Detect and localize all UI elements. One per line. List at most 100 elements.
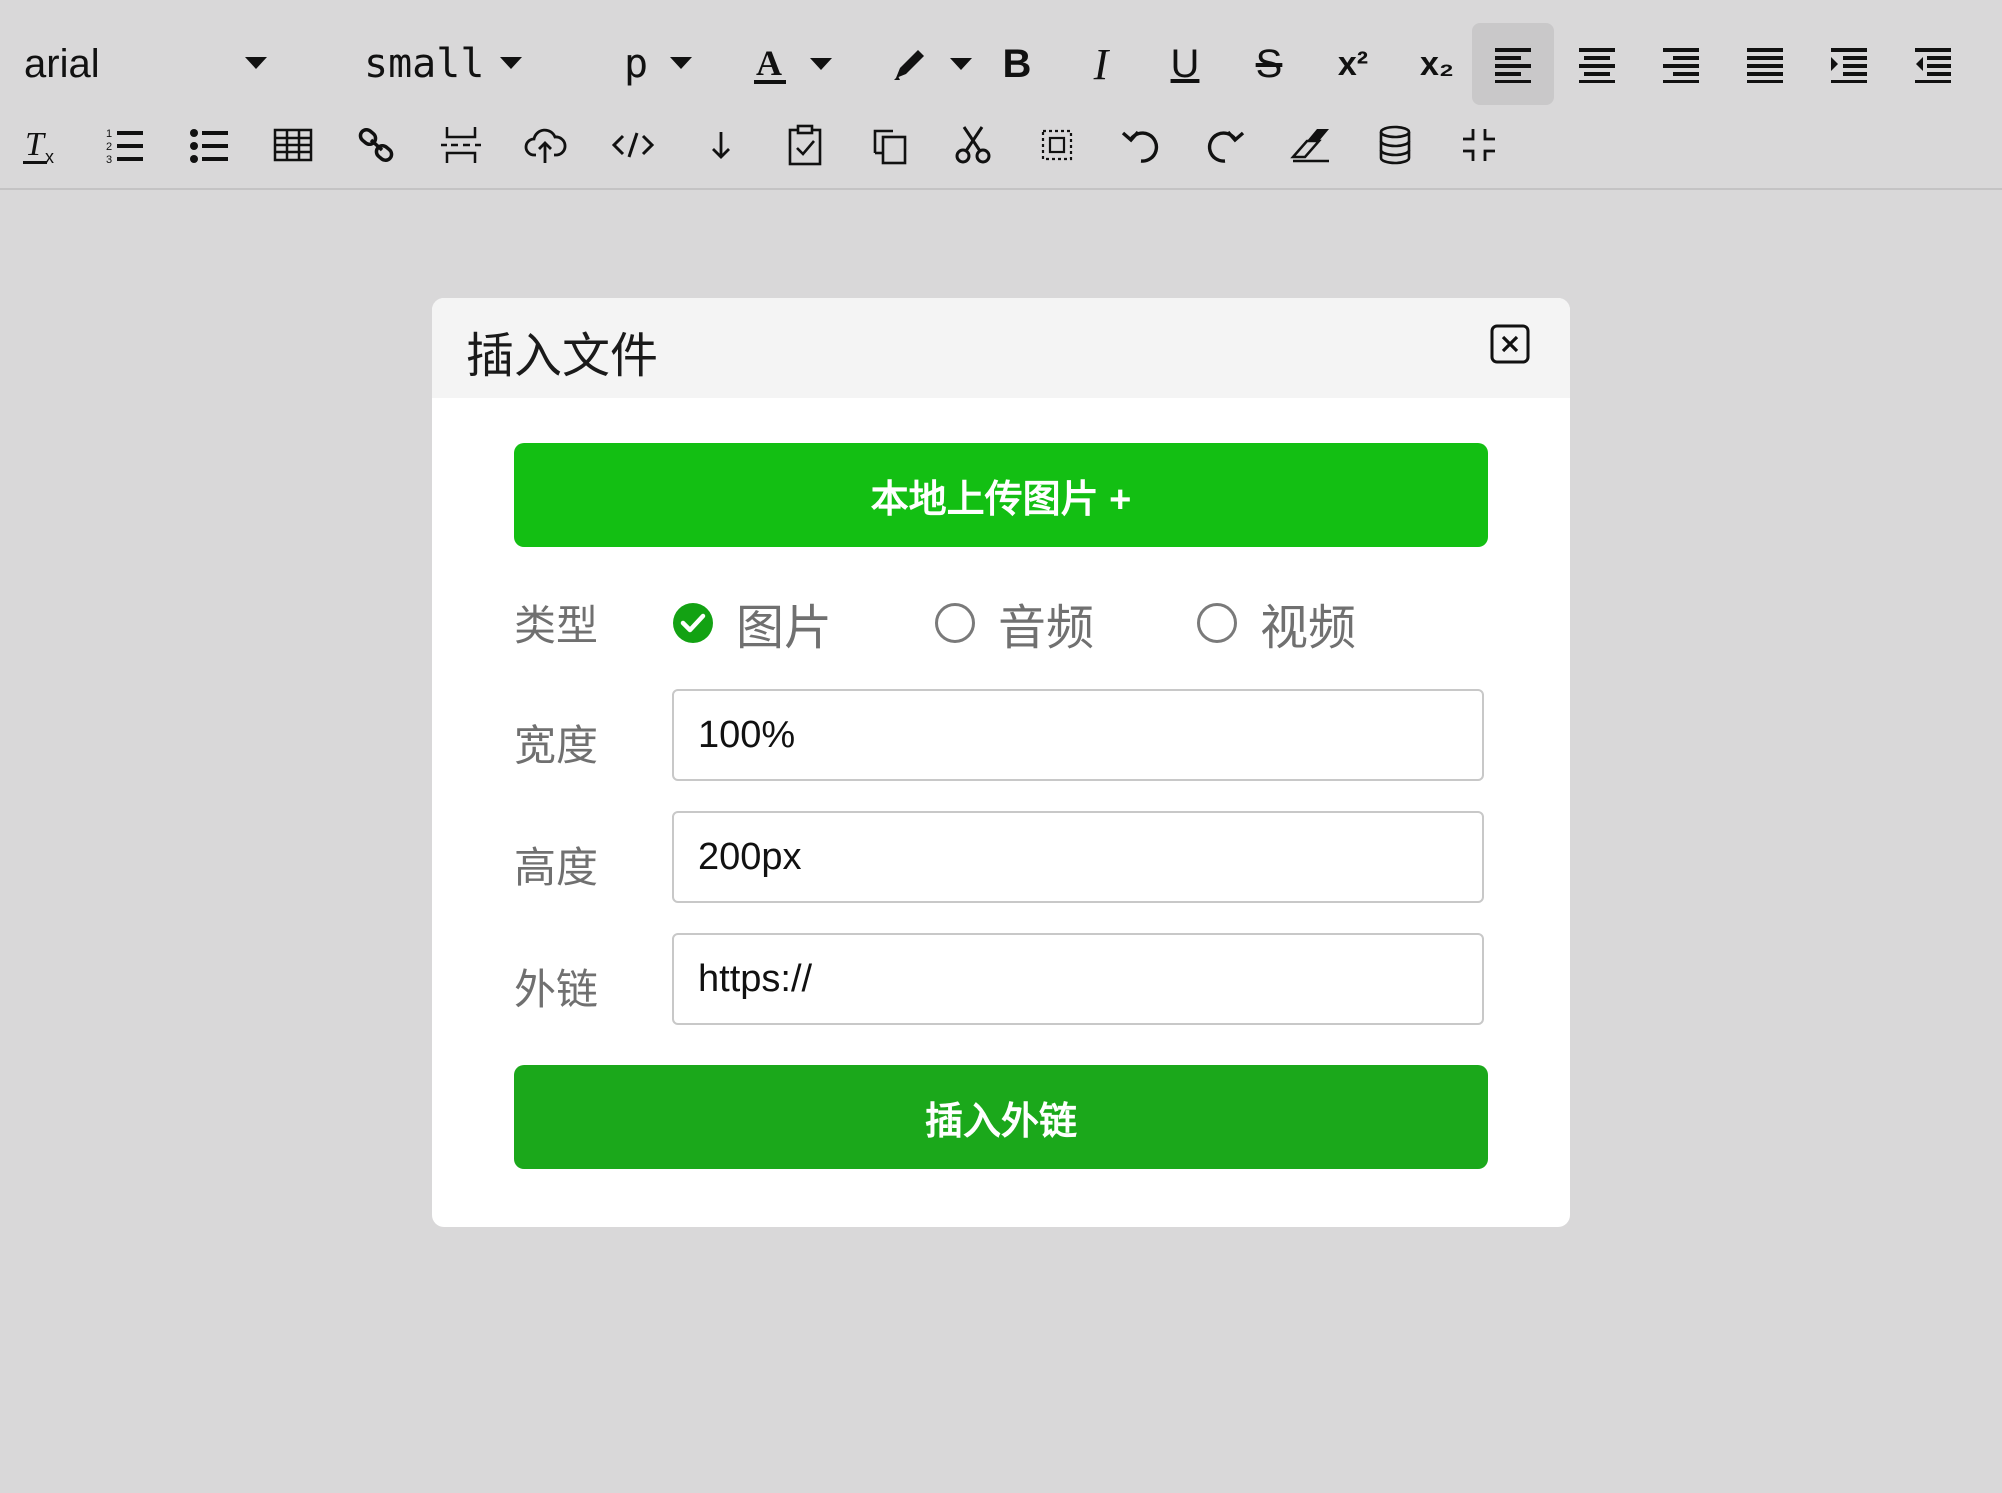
select-all-button[interactable] <box>1016 104 1098 186</box>
svg-text:3: 3 <box>106 154 112 166</box>
indent-icon <box>1831 48 1867 83</box>
link-label: 外链 <box>514 966 599 1013</box>
code-button[interactable] <box>592 104 674 186</box>
link-icon <box>358 127 394 163</box>
database-icon <box>1379 125 1411 165</box>
svg-text:1: 1 <box>106 128 112 140</box>
align-center-icon <box>1579 48 1615 83</box>
outdent-icon <box>1915 48 1951 83</box>
font-family-value: arial <box>24 41 100 86</box>
width-input[interactable] <box>672 689 1484 781</box>
subscript-button[interactable]: x₂ <box>1396 23 1478 105</box>
paste-icon <box>788 124 822 166</box>
svg-text:x: x <box>45 147 54 167</box>
redo-button[interactable] <box>1184 104 1266 186</box>
subscript-icon: x₂ <box>1419 44 1455 83</box>
radio-image-label: 图片 <box>736 602 833 655</box>
radio-image[interactable]: 图片 <box>672 588 832 658</box>
undo-icon <box>1121 130 1159 163</box>
page-break-icon <box>441 127 481 163</box>
bold-button[interactable]: B <box>976 23 1058 105</box>
superscript-button[interactable]: x² <box>1312 23 1394 105</box>
block-format-select[interactable]: p <box>624 23 704 105</box>
link-input[interactable] <box>672 933 1484 1025</box>
table-icon <box>273 128 313 162</box>
select-all-icon <box>1041 129 1073 161</box>
cut-button[interactable] <box>932 104 1014 186</box>
font-size-select[interactable]: small <box>364 23 534 105</box>
align-right-button[interactable] <box>1640 23 1722 105</box>
dialog-title: 插入文件 <box>466 330 659 383</box>
strikethrough-icon: S <box>1255 41 1283 86</box>
font-size-value: small <box>364 41 485 87</box>
italic-button[interactable]: I <box>1060 23 1142 105</box>
height-label: 高度 <box>514 844 599 891</box>
local-upload-button[interactable]: 本地上传图片 + <box>514 443 1488 547</box>
page-break-button[interactable] <box>420 104 502 186</box>
redo-icon <box>1207 130 1245 163</box>
highlight-icon <box>894 50 924 80</box>
svg-text:A: A <box>756 43 782 83</box>
radio-unchecked-icon <box>935 603 975 643</box>
align-right-icon <box>1663 48 1699 83</box>
chevron-down-icon <box>670 57 692 69</box>
copy-button[interactable] <box>848 104 930 186</box>
link-button[interactable] <box>336 104 418 186</box>
table-button[interactable] <box>252 104 334 186</box>
align-left-button[interactable] <box>1472 23 1554 105</box>
strikethrough-button[interactable]: S <box>1228 23 1310 105</box>
align-justify-button[interactable] <box>1724 23 1806 105</box>
eraser-icon <box>1290 129 1329 163</box>
indent-button[interactable] <box>1808 23 1890 105</box>
arrow-down-button[interactable] <box>680 104 762 186</box>
database-button[interactable] <box>1354 104 1436 186</box>
font-color-button[interactable]: A <box>730 23 840 105</box>
align-justify-icon <box>1747 48 1783 83</box>
svg-text:2: 2 <box>106 141 112 153</box>
ordered-list-icon: 1 2 3 <box>106 128 143 166</box>
radio-video-label: 视频 <box>1260 602 1357 655</box>
svg-text:T: T <box>25 126 46 163</box>
font-family-select[interactable]: arial <box>24 23 274 105</box>
radio-audio[interactable]: 音频 <box>934 588 1094 658</box>
radio-video[interactable]: 视频 <box>1196 588 1356 658</box>
chevron-down-icon <box>245 57 267 69</box>
insert-link-button[interactable]: 插入外链 <box>514 1065 1488 1169</box>
collapse-icon <box>1463 129 1495 161</box>
superscript-icon: x² <box>1337 44 1369 83</box>
close-icon[interactable] <box>1490 324 1530 364</box>
toolbar-row-2: T x 1 2 3 <box>0 104 2002 186</box>
clear-format-icon: T x <box>23 126 54 167</box>
ordered-list-button[interactable]: 1 2 3 <box>84 104 166 186</box>
undo-button[interactable] <box>1100 104 1182 186</box>
eraser-button[interactable] <box>1270 104 1352 186</box>
arrow-down-icon <box>712 132 730 159</box>
unordered-list-button[interactable] <box>168 104 250 186</box>
cut-icon <box>955 126 991 164</box>
underline-button[interactable]: U <box>1144 23 1226 105</box>
chevron-down-icon <box>810 58 832 70</box>
outdent-button[interactable] <box>1892 23 1974 105</box>
chevron-down-icon <box>950 58 972 70</box>
height-input[interactable] <box>672 811 1484 903</box>
upload-button[interactable] <box>504 104 586 186</box>
radio-audio-label: 音频 <box>998 602 1095 655</box>
toolbar-row-1: arial small p A B I U S x² x₂ <box>0 23 2002 105</box>
font-color-icon: A <box>754 43 786 84</box>
radio-unchecked-icon <box>1197 603 1237 643</box>
type-label: 类型 <box>514 602 599 649</box>
underline-icon: U <box>1170 41 1200 86</box>
editor-toolbar: arial small p A B I U S x² x₂ T x 1 2 3 <box>0 0 2002 190</box>
code-icon <box>611 132 655 158</box>
paste-button[interactable] <box>764 104 846 186</box>
clear-format-button[interactable]: T x <box>0 104 82 186</box>
upload-cloud-icon <box>524 128 567 163</box>
collapse-button[interactable] <box>1438 104 1520 186</box>
align-center-button[interactable] <box>1556 23 1638 105</box>
highlight-button[interactable] <box>870 23 980 105</box>
insert-file-dialog: 插入文件 本地上传图片 + 类型 图片 音频 视频 宽度 高度 外链 插入外链 <box>432 298 1570 1227</box>
radio-checked-icon <box>673 603 713 643</box>
copy-icon <box>873 129 907 165</box>
unordered-list-icon <box>190 129 228 163</box>
italic-icon: I <box>1093 39 1109 89</box>
